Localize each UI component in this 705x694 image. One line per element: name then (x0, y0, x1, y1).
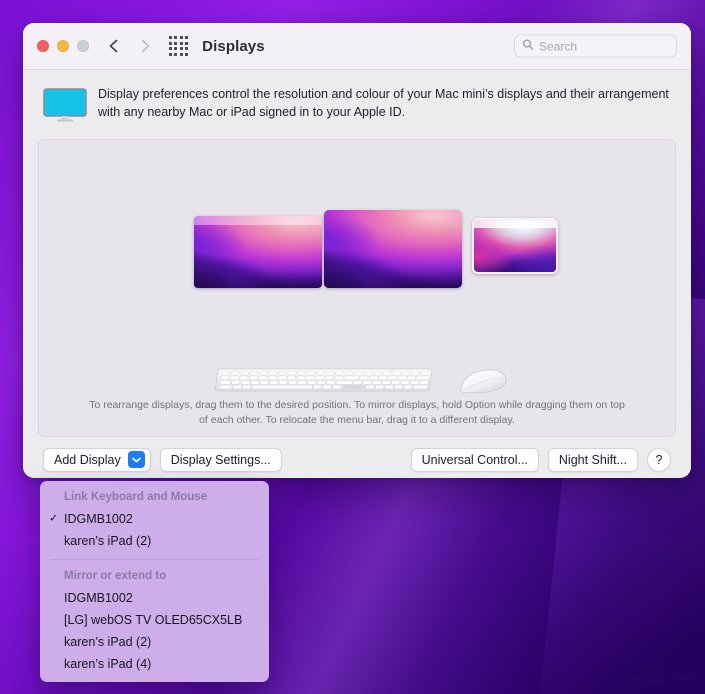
window-content: Display preferences control the resoluti… (23, 70, 691, 472)
menu-item-link-karens-ipad-2[interactable]: karen’s iPad (2) (40, 530, 269, 552)
description-block: Display preferences control the resoluti… (38, 83, 676, 139)
display-monitor-icon (43, 86, 87, 127)
menu-item-mirror-idgmb1002[interactable]: IDGMB1002 (40, 587, 269, 609)
display-arrangement-stage[interactable] (39, 140, 675, 358)
chevron-down-icon[interactable] (127, 451, 145, 468)
search-placeholder: Search (539, 39, 578, 53)
search-field[interactable]: Search (514, 34, 677, 58)
menu-item-label: karen’s iPad (2) (64, 634, 152, 649)
zoom-button-icon[interactable] (77, 40, 89, 52)
minimize-button-icon[interactable] (57, 40, 69, 52)
menu-bar-strip-ipad[interactable] (474, 220, 556, 228)
page-title: Displays (202, 37, 265, 55)
menu-bar-strip-left[interactable] (194, 216, 322, 225)
magic-mouse-icon (457, 365, 509, 402)
search-icon (522, 37, 534, 55)
close-button-icon[interactable] (37, 40, 49, 52)
back-chevron-icon[interactable] (106, 36, 122, 56)
description-text: Display preferences control the resoluti… (98, 87, 669, 119)
menu-item-label: karen’s iPad (2) (64, 533, 152, 548)
menu-item-label: [LG] webOS TV OLED65CX5LB (64, 612, 243, 627)
show-all-preferences-grid-icon[interactable] (169, 36, 189, 56)
display-arrangement-panel[interactable]: To rearrange displays, drag them to the … (38, 139, 676, 437)
wallpaper-main (324, 210, 462, 288)
menu-item-mirror-lg-webos-tv[interactable]: [LG] webOS TV OLED65CX5LB (40, 609, 269, 631)
display-thumbnail-left[interactable] (194, 216, 322, 288)
night-shift-button[interactable]: Night Shift... (547, 448, 638, 472)
add-display-label: Add Display (54, 452, 121, 467)
menu-item-mirror-karens-ipad-4[interactable]: karen’s iPad (4) (40, 653, 269, 675)
checkmark-icon: ✓ (49, 512, 59, 525)
menu-section-mirror: Mirror or extend to IDGMB1002 [LG] webOS… (40, 566, 269, 675)
menu-item-label: karen’s iPad (4) (64, 656, 152, 671)
magic-keyboard-icon (205, 363, 439, 402)
navigation-buttons (106, 36, 153, 56)
watermark: wsxdn.com (631, 672, 694, 686)
add-display-button[interactable]: Add Display (43, 448, 151, 472)
menu-section-header-link: Link Keyboard and Mouse (64, 491, 208, 503)
menu-item-label: IDGMB1002 (64, 590, 133, 605)
wallpaper-left (194, 216, 322, 288)
forward-chevron-icon[interactable] (137, 36, 153, 56)
add-display-dropdown-menu[interactable]: Link Keyboard and Mouse ✓ IDGMB1002 kare… (40, 481, 269, 682)
traffic-lights (37, 40, 89, 52)
peripherals-illustration (39, 356, 675, 402)
menu-item-mirror-karens-ipad-2[interactable]: karen’s iPad (2) (40, 631, 269, 653)
help-button[interactable]: ? (647, 448, 671, 472)
menu-section-header-mirror: Mirror or extend to (64, 570, 167, 582)
universal-control-button[interactable]: Universal Control... (410, 448, 539, 472)
menu-item-label: IDGMB1002 (64, 511, 133, 526)
display-settings-button[interactable]: Display Settings... (159, 448, 282, 472)
menu-section-link: Link Keyboard and Mouse ✓ IDGMB1002 kare… (40, 487, 269, 552)
menu-separator (50, 559, 259, 560)
display-thumbnail-ipad[interactable] (472, 218, 558, 274)
arrangement-hint-text: To rearrange displays, drag them to the … (89, 398, 625, 426)
window-titlebar: Displays Search (23, 23, 691, 70)
menu-item-link-idgmb1002[interactable]: ✓ IDGMB1002 (40, 508, 269, 530)
displays-preferences-window: Displays Search Display preferences cont… (23, 23, 691, 478)
action-button-row: Add Display Display Settings... Universa… (38, 437, 676, 472)
display-thumbnail-main[interactable] (324, 210, 462, 288)
